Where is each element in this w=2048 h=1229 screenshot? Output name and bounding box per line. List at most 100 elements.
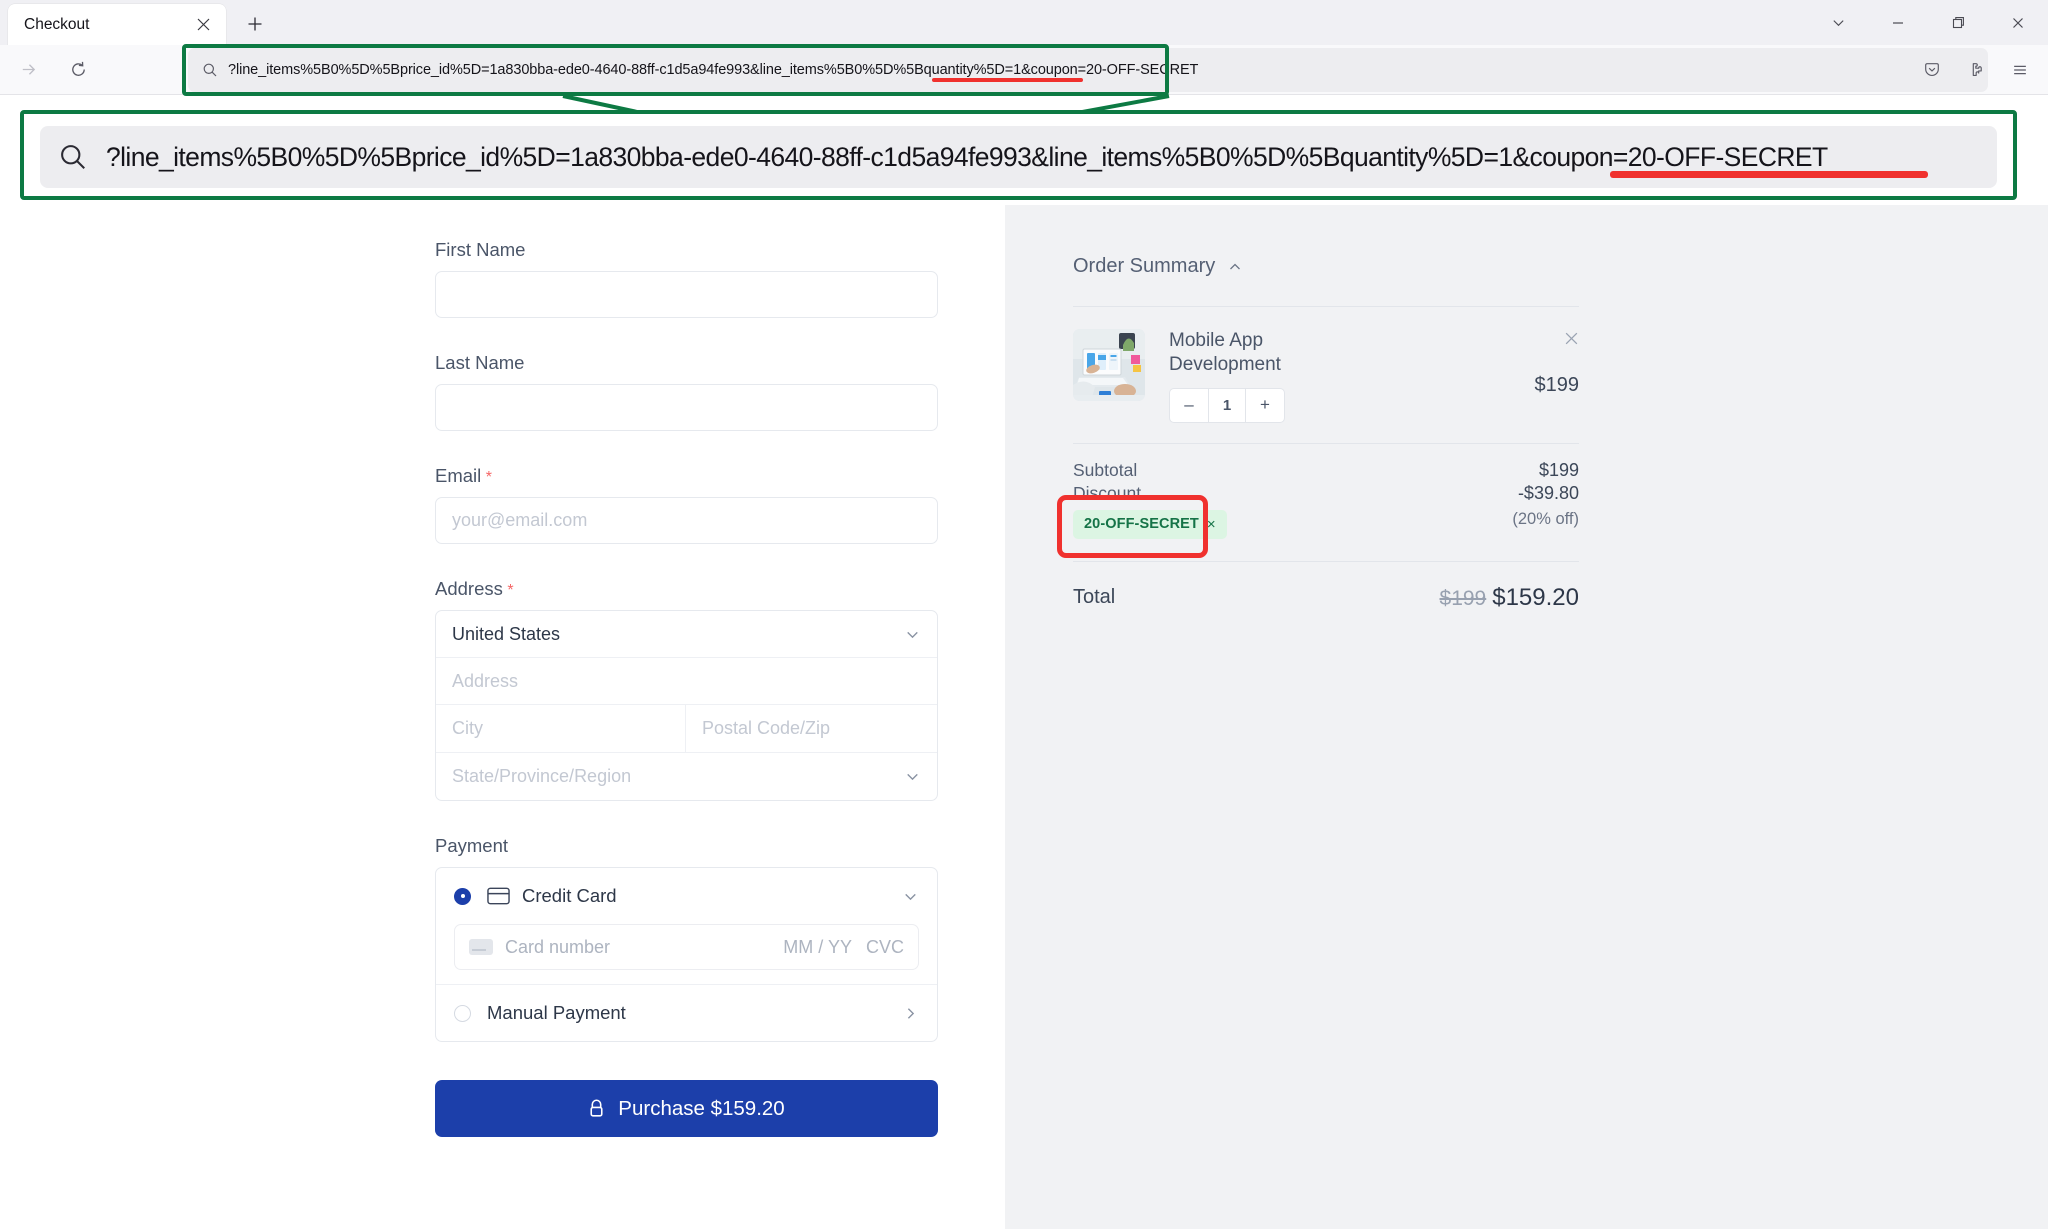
email-input[interactable]: your@email.com — [435, 497, 938, 544]
maximize-button[interactable] — [1928, 0, 1988, 45]
subtotal-label: Subtotal — [1073, 460, 1137, 481]
order-summary: Order Summary — [1073, 255, 1579, 612]
payment-option-credit-card[interactable]: Credit Card — [436, 868, 937, 924]
radio-manual-payment[interactable] — [454, 1005, 471, 1022]
remove-coupon-icon[interactable]: × — [1207, 516, 1216, 533]
total-value-group: $199$159.20 — [1440, 584, 1579, 612]
checkout-form-panel: First Name Last Name Email * your@email.… — [0, 205, 1005, 1229]
email-label-text: Email — [435, 465, 481, 486]
manual-payment-label: Manual Payment — [487, 1002, 626, 1024]
payment-label: Payment — [435, 835, 938, 857]
chevron-down-icon[interactable] — [902, 888, 919, 905]
close-window-button[interactable] — [1988, 0, 2048, 45]
subtotal-row: Subtotal $199 — [1073, 460, 1579, 481]
address-group: United States Address City Postal Code/Z… — [435, 610, 938, 801]
minimize-button[interactable] — [1868, 0, 1928, 45]
card-chip-icon — [469, 939, 493, 955]
quantity-increment-button[interactable]: + — [1246, 389, 1284, 422]
window-controls — [1808, 0, 2048, 45]
list-all-tabs-icon[interactable] — [1808, 0, 1868, 45]
first-name-input[interactable] — [435, 271, 938, 318]
save-to-pocket-icon[interactable] — [1912, 50, 1952, 90]
order-item-right: $199 — [1535, 329, 1580, 397]
chevron-up-icon[interactable] — [1227, 259, 1243, 275]
total-row: Total $199$159.20 — [1073, 562, 1579, 612]
last-name-input[interactable] — [435, 384, 938, 431]
city-zip-row: City Postal Code/Zip — [436, 705, 937, 753]
extensions-icon[interactable] — [1956, 50, 1996, 90]
city-input[interactable]: City — [436, 705, 686, 752]
street-address-input[interactable]: Address — [436, 658, 937, 705]
payment-method-group: Credit Card Card number MM / YY CVC — [435, 867, 938, 1042]
reload-icon[interactable] — [56, 52, 100, 88]
last-name-label: Last Name — [435, 352, 938, 374]
new-tab-button[interactable] — [238, 7, 272, 41]
magnified-url-callout: ?line_items%5B0%5D%5Bprice_id%5D=1a830bb… — [20, 110, 2017, 200]
checkout-form: First Name Last Name Email * your@email.… — [435, 205, 938, 1137]
country-select[interactable]: United States — [436, 611, 937, 658]
purchase-button-label: Purchase $159.20 — [618, 1097, 784, 1121]
order-totals: Subtotal $199 Discount 20-OFF-SECRET × -… — [1073, 444, 1579, 612]
discount-left: Discount 20-OFF-SECRET × — [1073, 483, 1227, 539]
card-expiry-placeholder[interactable]: MM / YY — [783, 937, 852, 958]
coupon-code: 20-OFF-SECRET — [1084, 516, 1199, 532]
first-name-label: First Name — [435, 239, 938, 261]
magnified-address-bar: ?line_items%5B0%5D%5Bprice_id%5D=1a830bb… — [40, 126, 1997, 188]
credit-card-icon — [487, 887, 510, 905]
email-label: Email * — [435, 465, 938, 487]
order-item-price: $199 — [1535, 374, 1580, 397]
order-item-name: Mobile App Development — [1169, 329, 1329, 378]
required-marker: * — [503, 582, 514, 599]
address-bar[interactable]: ?line_items%5B0%5D%5Bprice_id%5D=1a830bb… — [188, 48, 1988, 92]
address-label: Address * — [435, 578, 938, 600]
country-value: United States — [452, 624, 560, 645]
remove-item-icon[interactable] — [1535, 331, 1580, 350]
magnified-coupon-underline — [1610, 171, 1928, 178]
address-label-text: Address — [435, 578, 503, 599]
state-placeholder: State/Province/Region — [452, 766, 631, 787]
card-number-placeholder: Card number — [505, 937, 610, 958]
address-bar-url: ?line_items%5B0%5D%5Bprice_id%5D=1a830bb… — [228, 62, 1198, 78]
magnified-url-text: ?line_items%5B0%5D%5Bprice_id%5D=1a830bb… — [106, 142, 1828, 173]
total-final-price: $159.20 — [1492, 584, 1579, 611]
product-thumbnail — [1073, 329, 1145, 401]
discount-right: -$39.80 (20% off) — [1512, 483, 1579, 529]
forward-arrow-icon[interactable] — [6, 52, 50, 88]
url-coupon-underline — [932, 78, 1083, 82]
checkout-page: First Name Last Name Email * your@email.… — [0, 205, 2048, 1229]
search-icon — [202, 62, 218, 78]
purchase-button[interactable]: Purchase $159.20 — [435, 1080, 938, 1137]
card-extra-fields: MM / YY CVC — [783, 937, 904, 958]
total-original-price: $199 — [1440, 587, 1487, 610]
payment-option-manual[interactable]: Manual Payment — [436, 985, 937, 1041]
discount-value: -$39.80 — [1512, 483, 1579, 504]
quantity-value: 1 — [1208, 389, 1246, 422]
discount-row: Discount 20-OFF-SECRET × -$39.80 (20% of… — [1073, 483, 1579, 539]
subtotal-value: $199 — [1539, 460, 1579, 481]
coupon-chip: 20-OFF-SECRET × — [1073, 510, 1227, 539]
order-item-details: Mobile App Development – 1 + — [1169, 329, 1535, 423]
lock-icon — [588, 1099, 605, 1119]
state-select[interactable]: State/Province/Region — [436, 753, 937, 800]
postal-code-input[interactable]: Postal Code/Zip — [686, 705, 937, 752]
order-summary-title: Order Summary — [1073, 255, 1215, 278]
radio-credit-card[interactable] — [454, 888, 471, 905]
card-cvc-placeholder[interactable]: CVC — [866, 937, 904, 958]
credit-card-label: Credit Card — [522, 885, 617, 907]
total-label: Total — [1073, 586, 1115, 609]
quantity-stepper: – 1 + — [1169, 388, 1285, 423]
app-menu-icon[interactable] — [2000, 50, 2040, 90]
browser-tab-checkout[interactable]: Checkout — [8, 4, 226, 45]
toolbar-right-actions — [1912, 48, 2040, 92]
card-number-input[interactable]: Card number MM / YY CVC — [454, 924, 919, 970]
tab-title: Checkout — [24, 16, 190, 34]
chevron-down-icon — [904, 768, 921, 785]
order-summary-header[interactable]: Order Summary — [1073, 255, 1579, 278]
quantity-decrement-button[interactable]: – — [1170, 389, 1208, 422]
discount-percent: (20% off) — [1512, 510, 1579, 529]
close-icon[interactable] — [190, 12, 216, 38]
required-marker: * — [481, 469, 492, 486]
tab-strip: Checkout — [0, 0, 2048, 45]
chevron-right-icon[interactable] — [902, 1005, 919, 1022]
order-line-item: Mobile App Development – 1 + $199 — [1073, 307, 1579, 443]
